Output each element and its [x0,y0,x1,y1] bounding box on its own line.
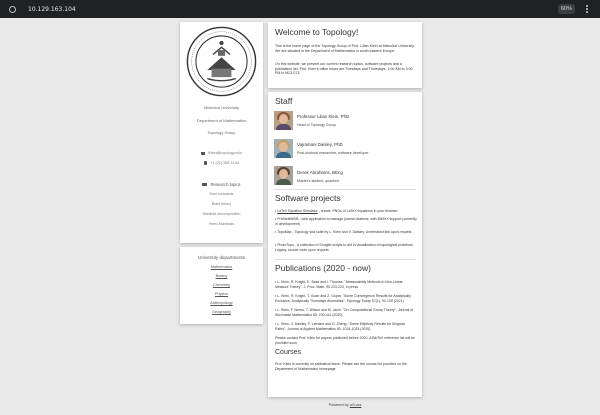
research-header: Research topics [180,182,263,187]
dept-link-geography[interactable]: Geography [180,310,263,314]
publication-item: • L. Klein, F. Nehru, T. Wilson and M. J… [275,308,414,317]
departments-title: University departments [198,255,245,260]
staff-role: Master's student, quantum [297,179,340,183]
software-item: • TopoMap - Topology tool suite by L. Kl… [275,230,413,234]
staff-name: Professor Lilian Klein, PhD [297,114,350,119]
divider [274,259,416,260]
courses-text: Prof. Klein is currently on sabbatical l… [275,362,407,371]
phone-number: +1 (21) 555 1143 [210,161,239,165]
dept-link-physics[interactable]: Physics [180,292,263,296]
publications-note: Please contact Prof. Klein for papers pu… [275,336,416,345]
welcome-card: Welcome to Topology! This is the home pa… [268,22,422,88]
dept-link-mathematics[interactable]: Mathematics [180,265,263,269]
divider [274,189,416,190]
email-row: Klein@topology.edu [180,151,263,155]
publication-item: • L. Klein, R. Knight, E. Bass and I. Th… [275,280,403,289]
software-link[interactable]: LaTeX Equation Simulator [277,209,317,213]
graduation-cap-icon [202,183,208,186]
envelope-icon [201,151,206,155]
department-name: Department of Mathematics [196,118,247,123]
sidebar-card: Miskolczi University Department of Mathe… [180,22,263,243]
university-name: Miskolczi University [204,105,239,110]
research-topic: Knot invariants [209,192,234,196]
footer: Powered by w3.css [328,403,362,407]
zoom-indicator[interactable]: 60% [557,4,575,14]
w3css-link[interactable]: w3.css [350,403,362,407]
welcome-paragraph-1: This is the home page of the Topology Gr… [275,44,415,53]
dept-link-chemistry[interactable]: Chemistry [180,283,263,287]
content-card: Staff Professor Lilian Klein, PhD Head o… [268,92,422,397]
publication-item: • L. Klein, R. Knight, T. Guan and Z. Gu… [275,294,411,303]
staff-photo [274,166,293,185]
research-topic: Heeo-Manifolds [208,222,235,226]
staff-name: Derek Abrahams, BEng [297,170,343,175]
phone-icon [204,161,208,165]
more-options-icon[interactable] [583,4,591,14]
staff-role: Head of Topology Group [297,123,336,127]
browser-toolbar: 10.129.163.104 60% [0,0,600,18]
site-icon [9,5,16,13]
university-seal-logo [186,26,257,97]
email-link[interactable]: Klein@topology.edu [208,151,242,155]
courses-title: Courses [275,349,302,356]
research-title: Research topics [210,182,241,187]
publications-title: Publications (2020 - now) [275,263,371,273]
address-bar[interactable]: 10.129.163.104 [28,6,76,13]
staff-name: Vajramani Daisley, PhD [297,142,343,147]
staff-photo [274,139,293,158]
software-item: • PhotoTopo - A collection of Snuglet sc… [275,243,414,252]
software-title: Software projects [275,193,341,203]
welcome-title: Welcome to Topology! [275,27,359,37]
group-name: Topology Group [207,130,236,135]
software-item: • LaTeX Equation Simulator - create .PNG… [275,209,398,213]
dept-link-anthropology[interactable]: Anthropology [180,301,263,305]
phone-row: +1 (21) 555 1143 [180,161,263,165]
dept-link-botany[interactable]: Botany [180,274,263,278]
staff-role: Post-doctoral researcher, software devel… [297,151,369,155]
welcome-paragraph-2: On this website, we present our current … [275,62,413,76]
staff-title: Staff [275,96,293,106]
publication-item: • L. Klein, V. Daisley, F. Lemaire and D… [275,322,405,331]
departments-card: University departments Mathematics Botan… [180,247,263,324]
research-topic: Manifold decomposition [202,212,241,216]
staff-photo [274,111,293,130]
software-item: • PrivNetMeDB - web application to manag… [275,217,417,226]
research-topic: Braid theory [211,202,232,206]
